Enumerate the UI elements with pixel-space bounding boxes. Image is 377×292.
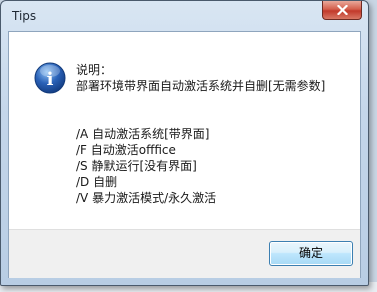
window-title: Tips — [12, 9, 37, 23]
info-glyph: i — [47, 69, 54, 90]
title-bar[interactable]: Tips — [1, 1, 368, 31]
message-panel: i 说明： 部署环境带界面自动激活系统并自删[无需参数] /A 自动激活系统[带… — [9, 32, 360, 229]
option-line: /D 自删 — [76, 175, 118, 189]
dialog-client-area: i 说明： 部署环境带界面自动激活系统并自删[无需参数] /A 自动激活系统[带… — [8, 31, 361, 278]
tips-dialog: Tips i 说明： 部署环境带界面自动激活系统并自删[无需参数] /A 自动激… — [0, 0, 369, 286]
option-line: /F 自动激活offfice — [76, 143, 176, 157]
information-icon: i — [34, 62, 66, 94]
option-line: /S 静默运行[没有界面] — [76, 159, 197, 173]
message-heading: 说明： — [76, 63, 113, 77]
message-text: 说明： 部署环境带界面自动激活系统并自删[无需参数] /A 自动激活系统[带界面… — [76, 62, 325, 206]
button-bar: 确定 — [9, 229, 360, 278]
close-button[interactable] — [322, 1, 362, 20]
ok-button[interactable]: 确定 — [269, 241, 353, 266]
option-line: /A 自动激活系统[带界面] — [76, 127, 210, 141]
close-icon — [337, 5, 348, 15]
option-line: /V 暴力激活模式/永久激活 — [76, 191, 217, 205]
message-description: 部署环境带界面自动激活系统并自删[无需参数] — [76, 79, 326, 93]
